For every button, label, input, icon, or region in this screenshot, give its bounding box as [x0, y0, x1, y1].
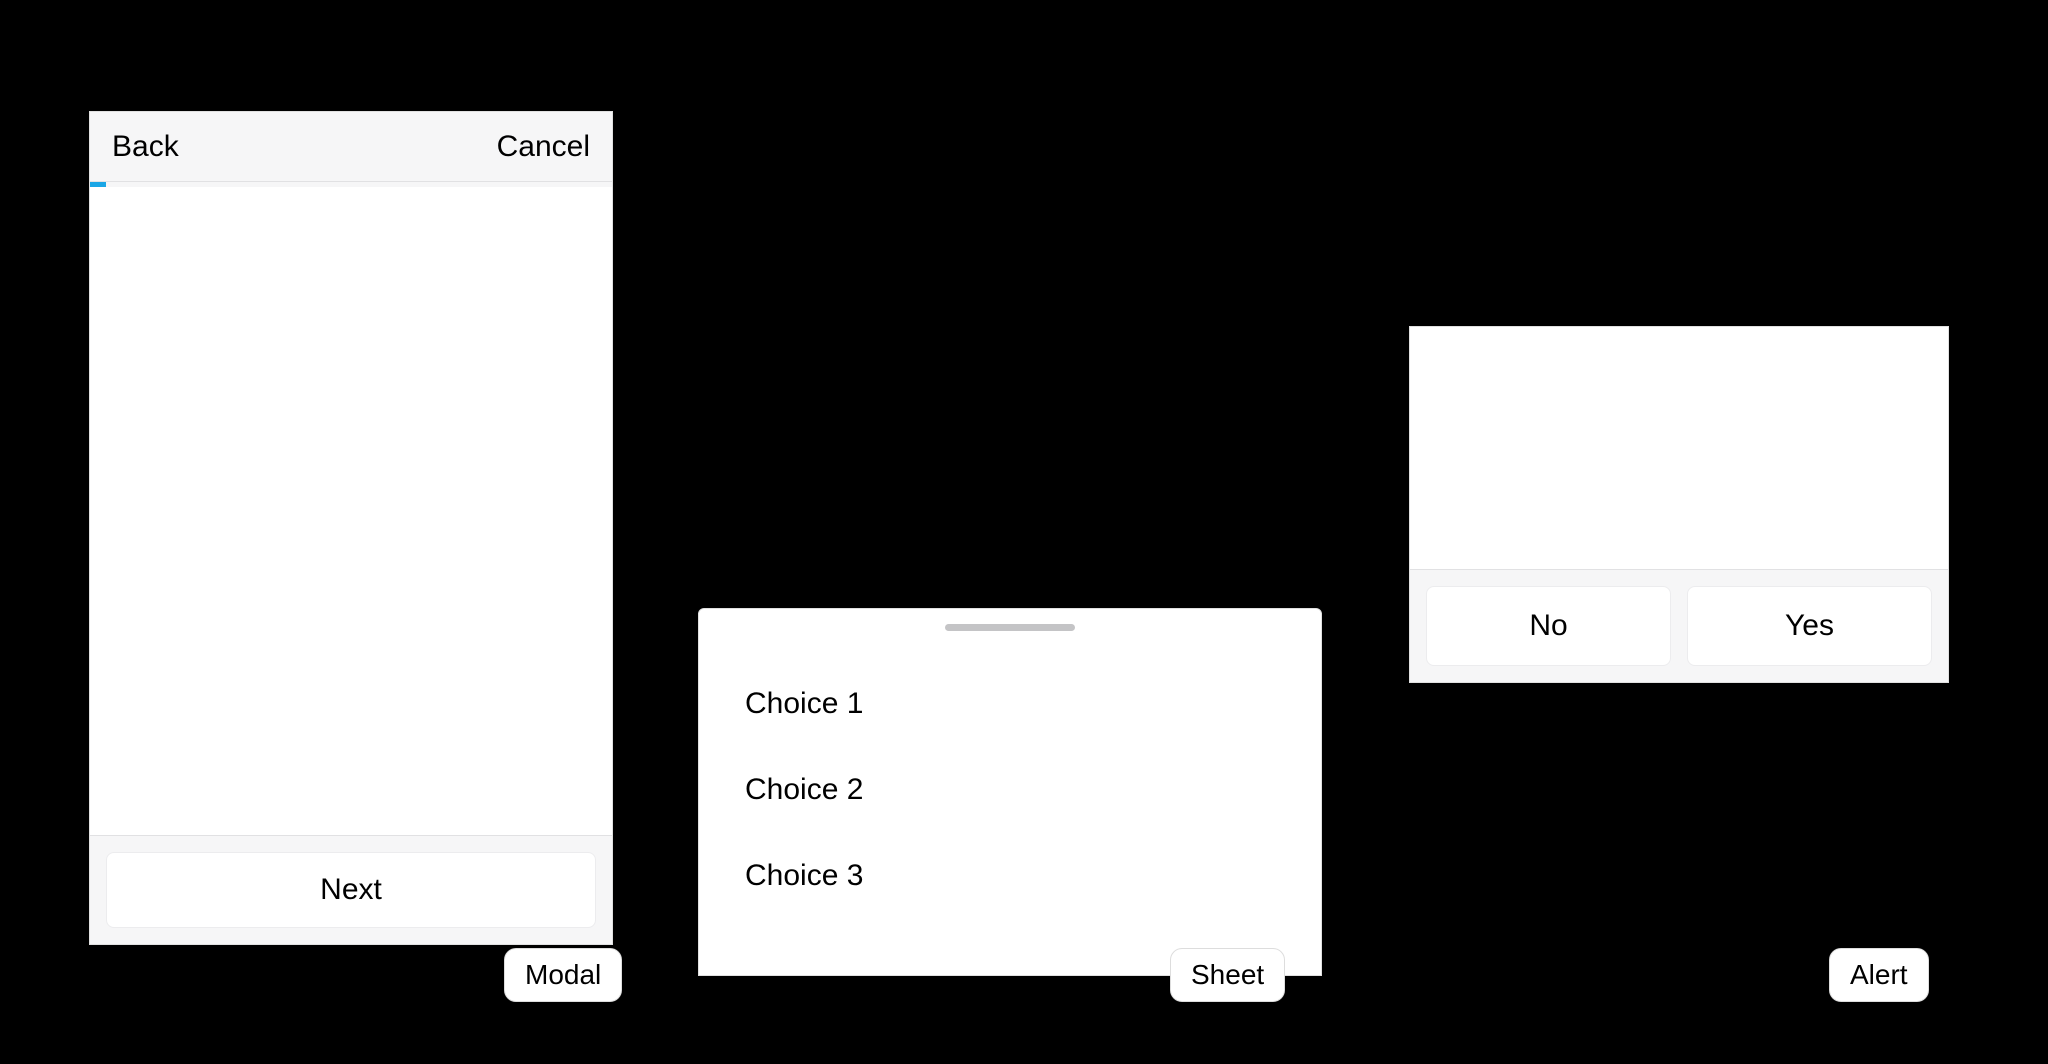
modal-body: [90, 187, 612, 835]
alert-container: No Yes: [1409, 326, 1949, 683]
yes-button[interactable]: Yes: [1687, 586, 1932, 666]
sheet-grabber[interactable]: [945, 624, 1075, 631]
alert-tag: Alert: [1829, 948, 1929, 1002]
modal-header: Back Cancel: [90, 112, 612, 182]
no-button[interactable]: No: [1426, 586, 1671, 666]
sheet-item-1[interactable]: Choice 1: [739, 661, 1281, 747]
modal-footer: Next: [90, 835, 612, 944]
sheet-tag: Sheet: [1170, 948, 1285, 1002]
next-button[interactable]: Next: [106, 852, 596, 928]
cancel-button[interactable]: Cancel: [497, 130, 590, 164]
back-button[interactable]: Back: [112, 130, 179, 164]
sheet-container: Choice 1 Choice 2 Choice 3: [698, 608, 1322, 976]
modal-container: Back Cancel Next: [89, 111, 613, 945]
sheet-item-2[interactable]: Choice 2: [739, 747, 1281, 833]
progress-bar: [90, 182, 612, 187]
alert-footer: No Yes: [1410, 569, 1948, 682]
sheet-list: Choice 1 Choice 2 Choice 3: [699, 641, 1321, 919]
alert-body: [1410, 327, 1948, 569]
modal-tag: Modal: [504, 948, 622, 1002]
sheet-item-3[interactable]: Choice 3: [739, 833, 1281, 919]
progress-bar-fill: [90, 182, 106, 187]
